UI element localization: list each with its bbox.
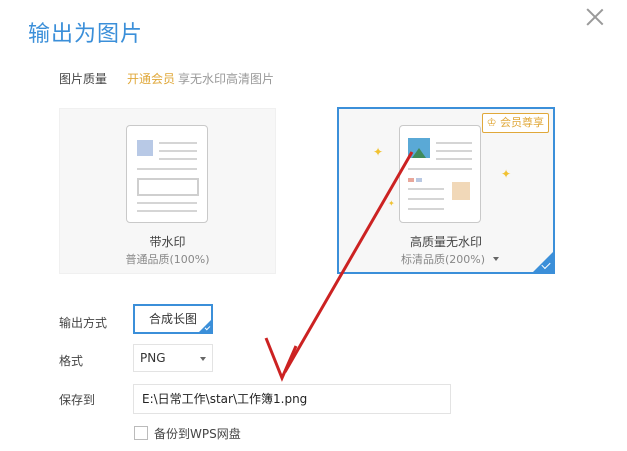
backup-checkbox[interactable] bbox=[134, 426, 148, 440]
sparkle-icon: ✦ bbox=[388, 199, 395, 208]
vip-badge: ♔ 会员尊享 bbox=[481, 113, 549, 133]
sparkle-icon: ✦ bbox=[373, 145, 384, 159]
output-mode-label: 输出方式 bbox=[59, 316, 108, 330]
chevron-down-icon bbox=[200, 357, 206, 361]
quality-option-hd[interactable]: ♔ 会员尊享 ✦ ✦ ✦ 高质量无水印 标清品质(200%) bbox=[337, 107, 555, 274]
watermark-doc-icon bbox=[126, 125, 208, 223]
vip-link[interactable]: 开通会员 bbox=[127, 70, 175, 87]
option-subtitle: 普通品质(100%) bbox=[125, 253, 210, 266]
format-select[interactable]: PNG bbox=[133, 344, 213, 372]
output-mode-option[interactable]: 合成长图 bbox=[133, 304, 213, 334]
option-subtitle: 标清品质(200%) bbox=[339, 251, 553, 267]
arrow-head bbox=[264, 337, 298, 382]
sparkle-icon: ✦ bbox=[501, 167, 512, 181]
chevron-down-icon[interactable] bbox=[493, 257, 500, 261]
hd-doc-icon bbox=[399, 125, 481, 223]
quality-option-watermark[interactable]: 带水印 普通品质(100%) bbox=[59, 108, 276, 274]
save-to-label: 保存到 bbox=[59, 393, 96, 407]
dialog-title: 输出为图片 bbox=[28, 22, 144, 47]
output-mode-value: 合成长图 bbox=[148, 312, 197, 326]
close-icon[interactable] bbox=[584, 6, 606, 28]
quality-label: 图片质量 bbox=[59, 72, 108, 86]
option-title: 高质量无水印 bbox=[409, 235, 482, 249]
vip-description: 享无水印高清图片 bbox=[178, 72, 275, 86]
option-title: 带水印 bbox=[149, 235, 186, 249]
option-subtitle-text: 标清品质(200%) bbox=[400, 253, 486, 266]
save-path-input[interactable]: E:\日常工作\star\工作簿1.png bbox=[133, 384, 451, 414]
backup-label: 备份到WPS网盘 bbox=[154, 427, 241, 441]
format-value: PNG bbox=[140, 351, 166, 365]
vip-badge-label: 会员尊享 bbox=[500, 116, 544, 129]
format-label: 格式 bbox=[59, 354, 84, 368]
